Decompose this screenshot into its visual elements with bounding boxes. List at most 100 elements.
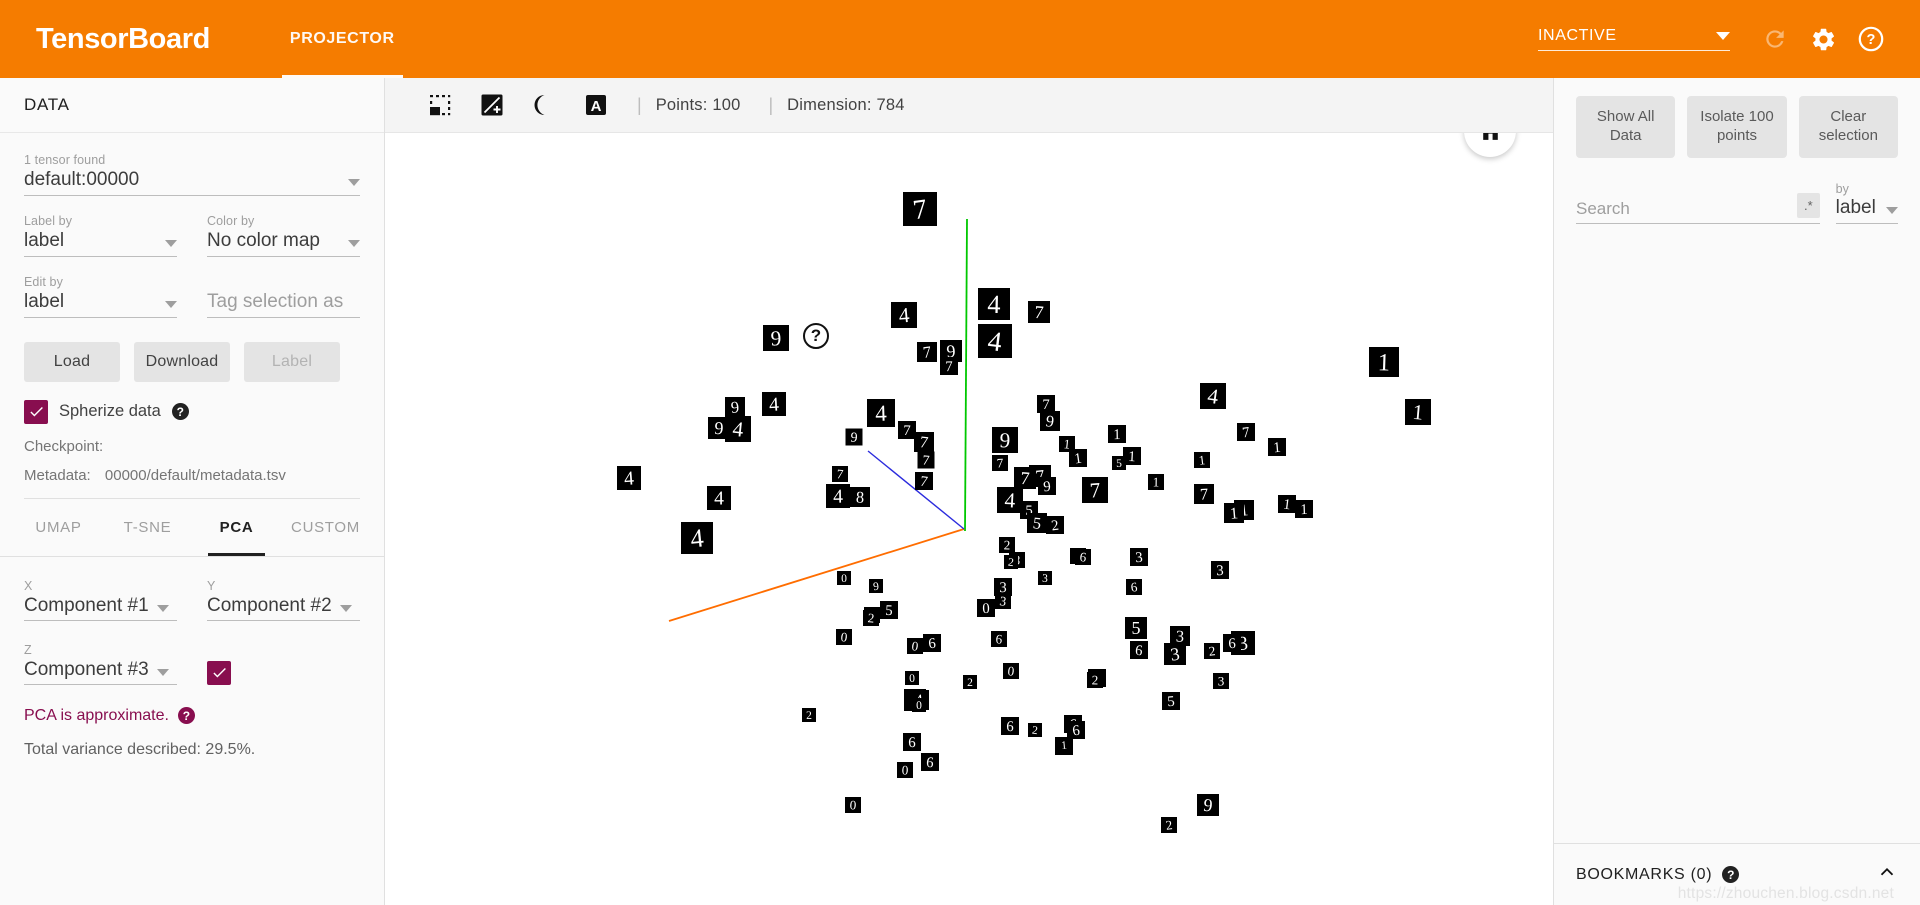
scatter-point-sprite[interactable]: 2 — [1161, 817, 1177, 833]
scatter-point-sprite[interactable]: 9 — [1197, 794, 1219, 816]
scatter-point-sprite[interactable]: 0 — [907, 638, 923, 654]
pca-x-selector[interactable]: Component #1 — [24, 595, 177, 621]
scatter-point-sprite[interactable]: 3 — [1130, 548, 1148, 566]
scatter-point-sprite[interactable]: 9 — [992, 427, 1018, 453]
scatter-point-sprite[interactable]: 6 — [1130, 641, 1148, 659]
scatter-point-sprite[interactable]: 7 — [940, 357, 958, 375]
scatter-point-sprite[interactable]: 8 — [850, 487, 870, 507]
scatter-point-sprite[interactable]: 1 — [1268, 438, 1286, 456]
scatter-point-sprite[interactable]: 4 — [826, 484, 850, 508]
scatter-point-sprite[interactable]: 5 — [1027, 513, 1047, 533]
scatter-point-sprite[interactable]: 1 — [1278, 495, 1296, 513]
scatter-point-sprite[interactable]: 0 — [912, 698, 926, 712]
download-button[interactable]: Download — [134, 341, 230, 382]
scatter-point-sprite[interactable]: 6 — [1001, 717, 1019, 735]
scatter-point-sprite[interactable]: 1 — [1148, 474, 1164, 490]
scatter-point-sprite[interactable]: 7 — [1037, 395, 1055, 413]
scatter-point-sprite[interactable]: 7 — [992, 455, 1008, 471]
scatter-point-sprite[interactable]: 6 — [923, 634, 941, 652]
scatter-point-sprite[interactable]: 7 — [917, 342, 937, 362]
labels-icon[interactable]: A — [583, 92, 609, 118]
tag-selection-input[interactable]: Tag selection as — [207, 291, 360, 318]
scatter-point-sprite[interactable]: 7 — [832, 466, 848, 482]
scatter-point-sprite[interactable]: 9 — [845, 428, 863, 446]
pca-z-checkbox[interactable] — [207, 660, 231, 685]
scatter-point-sprite[interactable]: 7 — [914, 432, 934, 452]
search-field[interactable]: .* — [1576, 192, 1820, 224]
scatter-point-sprite[interactable]: 1 — [1295, 500, 1313, 518]
bookmarks-help-icon[interactable]: ? — [1722, 866, 1740, 883]
edit-image-icon[interactable] — [479, 92, 505, 118]
select-rectangle-icon[interactable] — [427, 92, 453, 118]
scatter-point-sprite[interactable]: 7 — [1237, 423, 1255, 441]
scatter-point-sprite[interactable]: 7 — [1014, 467, 1036, 489]
scatter-point-sprite[interactable]: 0 — [837, 571, 851, 585]
scatter-point-sprite[interactable]: 7 — [1028, 301, 1050, 323]
scatter-point-sprite[interactable]: 9 — [763, 325, 789, 351]
tensor-selector[interactable]: default:00000 — [24, 169, 360, 196]
reload-button[interactable] — [1754, 18, 1796, 60]
scatter-point-sprite[interactable]: 4 — [707, 486, 731, 510]
label-button[interactable]: Label — [244, 341, 340, 382]
pca-y-selector[interactable]: Component #2 — [207, 595, 360, 621]
pca-help-icon[interactable]: ? — [177, 707, 195, 725]
tab-custom[interactable]: CUSTOM — [281, 499, 370, 556]
pca-z-selector[interactable]: Component #3 — [24, 659, 177, 685]
scatter-point-sprite[interactable]: 4 — [762, 392, 786, 416]
scatter-point-sprite[interactable]: 5 — [1162, 692, 1180, 710]
scatter-point-sprite[interactable]: 6 — [1075, 549, 1091, 565]
chevron-up-icon[interactable] — [1876, 861, 1898, 888]
scatter-point-sprite[interactable]: 6 — [903, 733, 921, 751]
scatter-point-sprite[interactable]: 4 — [978, 288, 1010, 320]
scatter-point-sprite[interactable]: 0 — [845, 797, 861, 813]
search-by-selector[interactable]: label — [1835, 197, 1898, 224]
edit-by-selector[interactable]: label — [24, 291, 177, 318]
scatter-point-sprite[interactable]: 4 — [617, 466, 641, 490]
bookmarks-panel[interactable]: BOOKMARKS (0) ? — [1554, 843, 1920, 905]
load-button[interactable]: Load — [24, 341, 120, 382]
scatter-point-sprite[interactable]: 3 — [1211, 561, 1229, 579]
scatter-point-sprite[interactable]: 2 — [1204, 643, 1220, 659]
scatter-point-sprite[interactable]: 7 — [898, 421, 916, 439]
night-mode-icon[interactable] — [531, 92, 557, 118]
scatter-point-sprite[interactable]: 2 — [1028, 723, 1042, 737]
isolate-points-button[interactable]: Isolate 100 points — [1687, 96, 1787, 158]
scatter-point-sprite[interactable]: 0 — [1003, 663, 1019, 679]
scatter-point-sprite[interactable]: 6 — [1067, 721, 1085, 739]
color-by-selector[interactable]: No color map — [207, 230, 360, 257]
scatter-point-sprite[interactable]: 4 — [891, 302, 917, 328]
tab-umap[interactable]: UMAP — [14, 499, 103, 556]
scatter-point-sprite[interactable]: 2 — [863, 610, 879, 626]
scatter-point-sprite[interactable]: 5 — [1125, 617, 1147, 639]
tab-projector[interactable]: PROJECTOR — [272, 0, 413, 78]
scatter-point-sprite[interactable]: 7 — [917, 451, 935, 470]
scatter-point-sprite[interactable]: 9 — [1040, 411, 1060, 431]
scatter-point-sprite[interactable]: 5 — [880, 601, 898, 619]
tab-pca[interactable]: PCA — [192, 499, 281, 556]
scatter-point-sprite[interactable]: 4 — [1200, 383, 1226, 409]
scatter-point-sprite[interactable]: 3 — [1213, 673, 1229, 689]
scatter-point-sprite[interactable]: 3 — [1164, 643, 1186, 665]
scatter-point-sprite[interactable]: 6 — [1126, 579, 1142, 595]
scatter-point-sprite[interactable]: 1 — [1405, 399, 1431, 425]
regex-toggle-button[interactable]: .* — [1797, 192, 1820, 218]
scatter-point-sprite[interactable]: 2 — [963, 675, 977, 689]
scatter-point-sprite[interactable]: 2 — [802, 708, 816, 722]
scatter-point-sprite[interactable]: 6 — [1223, 634, 1241, 652]
scatter-point-sprite[interactable]: 9 — [869, 579, 883, 593]
scatter-point-sprite[interactable]: 4 — [978, 324, 1012, 358]
scatter-point-sprite[interactable]: 4 — [997, 487, 1023, 513]
scatter-point-sprite[interactable]: 5 — [1112, 456, 1126, 470]
search-input[interactable] — [1576, 198, 1797, 219]
scatter-point-sprite[interactable]: 7 — [903, 192, 937, 226]
scatter-plot-canvas[interactable]: ? 74947479711494794714797141979774111951… — [385, 133, 1553, 905]
scatter-point-sprite[interactable]: 6 — [921, 753, 939, 771]
scatter-point-sprite[interactable]: 0 — [836, 629, 852, 645]
show-all-data-button[interactable]: Show All Data — [1576, 96, 1676, 158]
scatter-point-sprite[interactable]: 2 — [1046, 516, 1064, 534]
scatter-point-sprite[interactable]: 2 — [1004, 555, 1018, 569]
scatter-point-sprite[interactable]: 4 — [867, 399, 895, 427]
scatter-point-sprite[interactable]: 0 — [905, 671, 919, 685]
scatter-point-sprite[interactable]: 1 — [1369, 347, 1399, 377]
scatter-point-sprite[interactable]: 6 — [991, 631, 1007, 647]
